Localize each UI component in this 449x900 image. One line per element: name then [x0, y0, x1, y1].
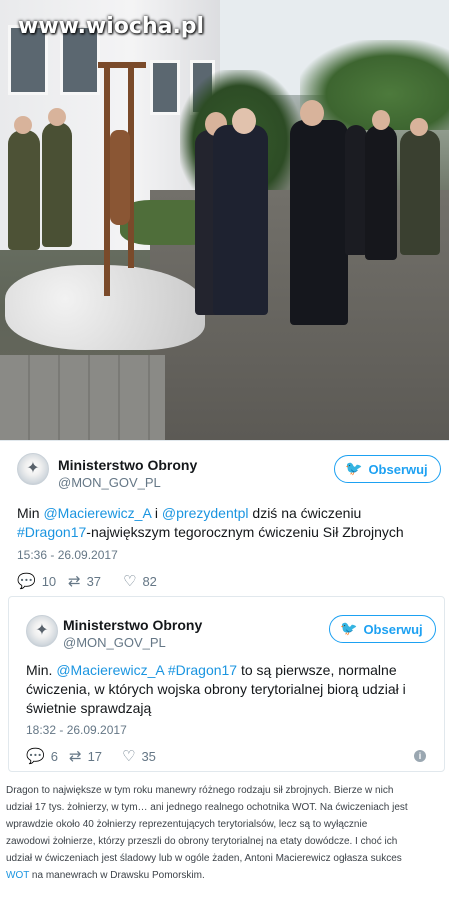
soldier-figure [42, 122, 72, 247]
article-line: wprawdzie około 40 żołnierzy reprezentuj… [6, 819, 368, 830]
hashtag-link[interactable]: #Dragon17 [168, 662, 237, 678]
quoted-author-avatar[interactable] [26, 615, 58, 647]
mention-link[interactable]: @Macierewicz_A [56, 662, 164, 678]
quoted-like-action[interactable]: ♡ 35 [122, 747, 156, 765]
man-in-suit [213, 125, 268, 315]
soldier-figure [8, 130, 40, 250]
mention-link[interactable]: @prezydentpl [162, 505, 249, 521]
news-photo: www.wiocha.pl [0, 0, 449, 440]
photographer-figure [400, 130, 440, 255]
mention-link[interactable]: @Macierewicz_A [43, 505, 151, 521]
person-head [410, 118, 428, 136]
quoted-retweet-action[interactable]: ⇄ 17 [69, 747, 102, 765]
quoted-text-line2: ćwiczenia, w których wojska obrony teryt… [26, 681, 406, 697]
author-avatar[interactable] [17, 453, 49, 485]
article-line-rest: na manewrach w Drawsku Pomorskim. [29, 870, 205, 881]
tweet-text-mid: dziś na ćwiczeniu [248, 505, 362, 521]
follow-button-label: Obserwuj [363, 621, 423, 637]
quoted-tweet-text: Min. @Macierewicz_A #Dragon17 to są pier… [26, 661, 436, 718]
person-head [372, 110, 390, 130]
retweet-count: 17 [87, 748, 103, 764]
photo-pavement [0, 355, 165, 440]
twitter-bird-icon: 🐦 [345, 461, 363, 477]
article-line: Dragon to największe w tym roku manewry … [6, 785, 394, 796]
reply-count: 10 [41, 573, 57, 589]
man-in-suit [290, 120, 348, 325]
like-count: 82 [142, 573, 157, 589]
heart-icon: ♡ [122, 747, 136, 765]
quoted-author-name[interactable]: Ministerstwo Obrony [63, 617, 202, 633]
tweet-card: Ministerstwo Obrony @MON_GOV_PL 🐦 Obserw… [0, 440, 449, 780]
man-in-suit [345, 125, 367, 255]
quoted-reply-action[interactable]: 💬 6 [26, 747, 58, 765]
quoted-tweet-timestamp[interactable]: 18:32 - 26.09.2017 [26, 723, 127, 737]
tweet-text-prefix: Min [17, 505, 44, 521]
watermark-text: www.wiocha.pl [18, 14, 205, 39]
reply-icon: 💬 [17, 572, 36, 590]
article-line: zawodowi żołnierze, którzy przeszli do o… [6, 836, 398, 847]
man-in-suit [365, 125, 397, 260]
heart-icon: ♡ [123, 572, 137, 590]
info-icon[interactable]: i [414, 750, 426, 762]
article-paragraph: Dragon to największe w tym roku manewry … [6, 782, 443, 884]
retweet-icon: ⇄ [68, 572, 81, 590]
tweet-text-suffix: -największym tegorocznym ćwiczeniu Sił Z… [86, 524, 404, 540]
article-link-wot[interactable]: WOT [6, 870, 29, 881]
retweet-action[interactable]: ⇄ 37 [68, 572, 101, 590]
wooden-emblem [110, 130, 130, 225]
quoted-text-line3: świetnie sprawdzają [26, 700, 152, 716]
reply-count: 6 [50, 748, 58, 764]
person-head [232, 108, 256, 134]
quoted-tweet-card[interactable]: Ministerstwo Obrony @MON_GOV_PL 🐦 Obserw… [8, 596, 445, 772]
hashtag-link[interactable]: #Dragon17 [17, 524, 86, 540]
tweet-text-and: i [151, 505, 162, 521]
author-name[interactable]: Ministerstwo Obrony [58, 457, 197, 473]
retweet-count: 37 [86, 573, 102, 589]
reply-icon: 💬 [26, 747, 45, 765]
follow-button[interactable]: 🐦 Obserwuj [334, 455, 441, 483]
soldier-head [14, 116, 32, 134]
article-line: udział w ćwiczeniach jest śladowy lub w … [6, 853, 402, 864]
quoted-author-handle[interactable]: @MON_GOV_PL [63, 635, 166, 650]
like-action[interactable]: ♡ 82 [123, 572, 157, 590]
like-count: 35 [141, 748, 156, 764]
article-line: udział 17 tys. żołnierzy, w tym… ani jed… [6, 802, 408, 813]
article-line: WOT na manewrach w Drawsku Pomorskim. [6, 867, 443, 884]
tweet-timestamp[interactable]: 15:36 - 26.09.2017 [17, 548, 118, 562]
reply-action[interactable]: 💬 10 [17, 572, 56, 590]
quoted-text-prefix: Min. [26, 662, 57, 678]
tweet-text: Min @Macierewicz_A i @prezydentpl dziś n… [17, 504, 437, 542]
person-head [300, 100, 324, 126]
retweet-icon: ⇄ [69, 747, 82, 765]
twitter-bird-icon: 🐦 [340, 621, 358, 637]
soldier-head [48, 108, 66, 126]
quoted-text-line1: to są pierwsze, normalne [237, 662, 397, 678]
quoted-follow-button[interactable]: 🐦 Obserwuj [329, 615, 436, 643]
author-handle[interactable]: @MON_GOV_PL [58, 475, 161, 490]
follow-button-label: Obserwuj [368, 461, 428, 477]
